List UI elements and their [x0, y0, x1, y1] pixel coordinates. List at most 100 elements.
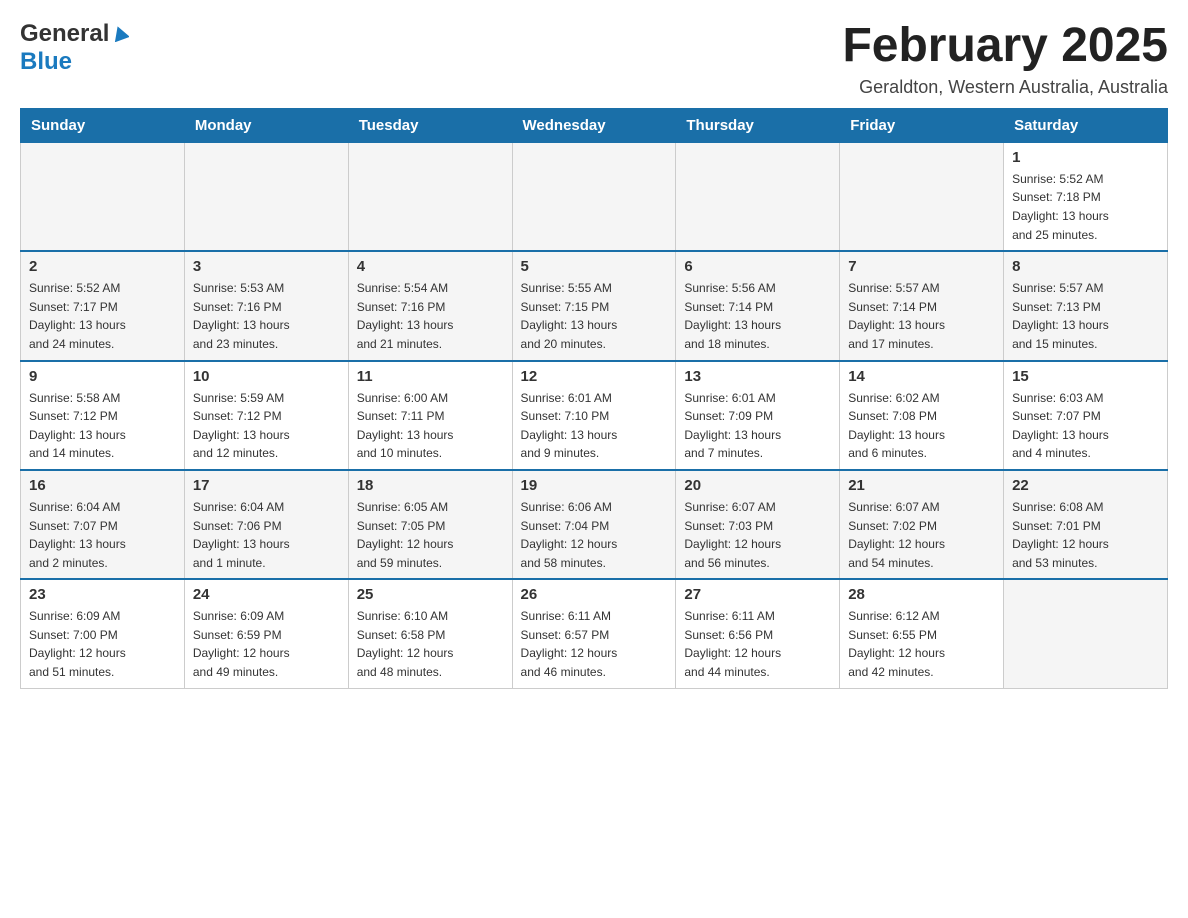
calendar-day-cell: 25 Sunrise: 6:10 AM Sunset: 6:58 PM Dayli… — [348, 579, 512, 688]
col-friday: Friday — [840, 108, 1004, 142]
calendar-day-cell: 11 Sunrise: 6:00 AM Sunset: 7:11 PM Dayli… — [348, 361, 512, 470]
day-number: 25 — [357, 586, 504, 603]
calendar-day-cell — [1004, 579, 1168, 688]
col-tuesday: Tuesday — [348, 108, 512, 142]
calendar-day-cell: 24 Sunrise: 6:09 AM Sunset: 6:59 PM Dayli… — [184, 579, 348, 688]
calendar-day-cell: 15 Sunrise: 6:03 AM Sunset: 7:07 PM Dayli… — [1004, 361, 1168, 470]
day-sun-info: Sunrise: 6:02 AM Sunset: 7:08 PM Dayligh… — [848, 389, 995, 463]
day-sun-info: Sunrise: 6:07 AM Sunset: 7:02 PM Dayligh… — [848, 498, 995, 572]
day-sun-info: Sunrise: 6:01 AM Sunset: 7:09 PM Dayligh… — [684, 389, 831, 463]
day-sun-info: Sunrise: 6:05 AM Sunset: 7:05 PM Dayligh… — [357, 498, 504, 572]
day-number: 17 — [193, 477, 340, 494]
day-sun-info: Sunrise: 5:53 AM Sunset: 7:16 PM Dayligh… — [193, 279, 340, 353]
calendar-day-cell: 6 Sunrise: 5:56 AM Sunset: 7:14 PM Daylig… — [676, 251, 840, 360]
calendar-day-cell: 27 Sunrise: 6:11 AM Sunset: 6:56 PM Dayli… — [676, 579, 840, 688]
calendar-day-cell: 7Sunrise: 5:57 AM Sunset: 7:14 PM Daylig… — [840, 251, 1004, 360]
calendar-day-cell: 10Sunrise: 5:59 AM Sunset: 7:12 PM Dayli… — [184, 361, 348, 470]
day-sun-info: Sunrise: 6:09 AM Sunset: 6:59 PM Dayligh… — [193, 607, 340, 681]
day-sun-info: Sunrise: 6:11 AM Sunset: 6:56 PM Dayligh… — [684, 607, 831, 681]
day-number: 8 — [1012, 258, 1159, 275]
col-saturday: Saturday — [1004, 108, 1168, 142]
day-sun-info: Sunrise: 6:08 AM Sunset: 7:01 PM Dayligh… — [1012, 498, 1159, 572]
calendar-day-cell: 17 Sunrise: 6:04 AM Sunset: 7:06 PM Dayli… — [184, 470, 348, 579]
calendar-day-cell — [676, 142, 840, 251]
calendar-day-cell: 14 Sunrise: 6:02 AM Sunset: 7:08 PM Dayli… — [840, 361, 1004, 470]
day-number: 11 — [357, 368, 504, 385]
day-number: 26 — [521, 586, 668, 603]
month-title: February 2025 — [842, 20, 1168, 73]
day-sun-info: Sunrise: 5:57 AM Sunset: 7:13 PM Dayligh… — [1012, 279, 1159, 353]
day-number: 24 — [193, 586, 340, 603]
calendar-day-cell: 23 Sunrise: 6:09 AM Sunset: 7:00 PM Dayli… — [21, 579, 185, 688]
day-sun-info: Sunrise: 5:58 AM Sunset: 7:12 PM Dayligh… — [29, 389, 176, 463]
day-number: 10 — [193, 368, 340, 385]
day-number: 15 — [1012, 368, 1159, 385]
day-number: 1 — [1012, 149, 1159, 166]
calendar-day-cell: 22 Sunrise: 6:08 AM Sunset: 7:01 PM Dayli… — [1004, 470, 1168, 579]
day-number: 18 — [357, 477, 504, 494]
calendar-week-row: 23 Sunrise: 6:09 AM Sunset: 7:00 PM Dayli… — [21, 579, 1168, 688]
day-number: 13 — [684, 368, 831, 385]
day-number: 16 — [29, 477, 176, 494]
col-wednesday: Wednesday — [512, 108, 676, 142]
day-sun-info: Sunrise: 5:52 AM Sunset: 7:17 PM Dayligh… — [29, 279, 176, 353]
day-sun-info: Sunrise: 6:04 AM Sunset: 7:07 PM Dayligh… — [29, 498, 176, 572]
calendar-day-cell — [348, 142, 512, 251]
day-sun-info: Sunrise: 6:07 AM Sunset: 7:03 PM Dayligh… — [684, 498, 831, 572]
calendar-day-cell: 13 Sunrise: 6:01 AM Sunset: 7:09 PM Dayli… — [676, 361, 840, 470]
calendar-week-row: 9 Sunrise: 5:58 AM Sunset: 7:12 PM Daylig… — [21, 361, 1168, 470]
logo-general-text: General — [20, 20, 109, 48]
day-sun-info: Sunrise: 6:09 AM Sunset: 7:00 PM Dayligh… — [29, 607, 176, 681]
calendar-day-cell — [512, 142, 676, 251]
day-number: 19 — [521, 477, 668, 494]
day-number: 28 — [848, 586, 995, 603]
day-number: 27 — [684, 586, 831, 603]
col-thursday: Thursday — [676, 108, 840, 142]
calendar-day-cell: 28 Sunrise: 6:12 AM Sunset: 6:55 PM Dayli… — [840, 579, 1004, 688]
day-number: 2 — [29, 258, 176, 275]
calendar-day-cell: 16 Sunrise: 6:04 AM Sunset: 7:07 PM Dayli… — [21, 470, 185, 579]
day-number: 14 — [848, 368, 995, 385]
day-sun-info: Sunrise: 5:55 AM Sunset: 7:15 PM Dayligh… — [521, 279, 668, 353]
day-sun-info: Sunrise: 6:12 AM Sunset: 6:55 PM Dayligh… — [848, 607, 995, 681]
calendar-day-cell: 4Sunrise: 5:54 AM Sunset: 7:16 PM Daylig… — [348, 251, 512, 360]
calendar-day-cell: 18 Sunrise: 6:05 AM Sunset: 7:05 PM Dayli… — [348, 470, 512, 579]
calendar-day-cell: 26Sunrise: 6:11 AM Sunset: 6:57 PM Dayli… — [512, 579, 676, 688]
calendar-week-row: 1Sunrise: 5:52 AM Sunset: 7:18 PM Daylig… — [21, 142, 1168, 251]
day-number: 21 — [848, 477, 995, 494]
day-sun-info: Sunrise: 6:03 AM Sunset: 7:07 PM Dayligh… — [1012, 389, 1159, 463]
page-header: General Blue February 2025 Geraldton, We… — [20, 20, 1168, 98]
logo-blue-text: Blue — [20, 48, 72, 75]
location-text: Geraldton, Western Australia, Australia — [842, 77, 1168, 98]
day-number: 23 — [29, 586, 176, 603]
day-number: 22 — [1012, 477, 1159, 494]
calendar-day-cell — [840, 142, 1004, 251]
calendar-day-cell: 5Sunrise: 5:55 AM Sunset: 7:15 PM Daylig… — [512, 251, 676, 360]
logo-triangle-icon — [111, 24, 129, 47]
calendar-day-cell: 3 Sunrise: 5:53 AM Sunset: 7:16 PM Daylig… — [184, 251, 348, 360]
calendar-day-cell: 9 Sunrise: 5:58 AM Sunset: 7:12 PM Daylig… — [21, 361, 185, 470]
day-sun-info: Sunrise: 6:00 AM Sunset: 7:11 PM Dayligh… — [357, 389, 504, 463]
calendar-day-cell: 8 Sunrise: 5:57 AM Sunset: 7:13 PM Daylig… — [1004, 251, 1168, 360]
day-sun-info: Sunrise: 5:57 AM Sunset: 7:14 PM Dayligh… — [848, 279, 995, 353]
day-sun-info: Sunrise: 6:01 AM Sunset: 7:10 PM Dayligh… — [521, 389, 668, 463]
calendar-week-row: 2 Sunrise: 5:52 AM Sunset: 7:17 PM Daylig… — [21, 251, 1168, 360]
day-number: 20 — [684, 477, 831, 494]
day-number: 6 — [684, 258, 831, 275]
title-section: February 2025 Geraldton, Western Austral… — [842, 20, 1168, 98]
day-sun-info: Sunrise: 5:54 AM Sunset: 7:16 PM Dayligh… — [357, 279, 504, 353]
day-number: 12 — [521, 368, 668, 385]
col-monday: Monday — [184, 108, 348, 142]
calendar-day-cell — [21, 142, 185, 251]
day-sun-info: Sunrise: 6:10 AM Sunset: 6:58 PM Dayligh… — [357, 607, 504, 681]
calendar-header-row: Sunday Monday Tuesday Wednesday Thursday… — [21, 108, 1168, 142]
day-number: 9 — [29, 368, 176, 385]
logo: General Blue — [20, 20, 129, 76]
calendar-day-cell: 19Sunrise: 6:06 AM Sunset: 7:04 PM Dayli… — [512, 470, 676, 579]
calendar-table: Sunday Monday Tuesday Wednesday Thursday… — [20, 108, 1168, 689]
day-sun-info: Sunrise: 6:04 AM Sunset: 7:06 PM Dayligh… — [193, 498, 340, 572]
calendar-day-cell: 12 Sunrise: 6:01 AM Sunset: 7:10 PM Dayli… — [512, 361, 676, 470]
col-sunday: Sunday — [21, 108, 185, 142]
day-sun-info: Sunrise: 5:56 AM Sunset: 7:14 PM Dayligh… — [684, 279, 831, 353]
day-number: 3 — [193, 258, 340, 275]
